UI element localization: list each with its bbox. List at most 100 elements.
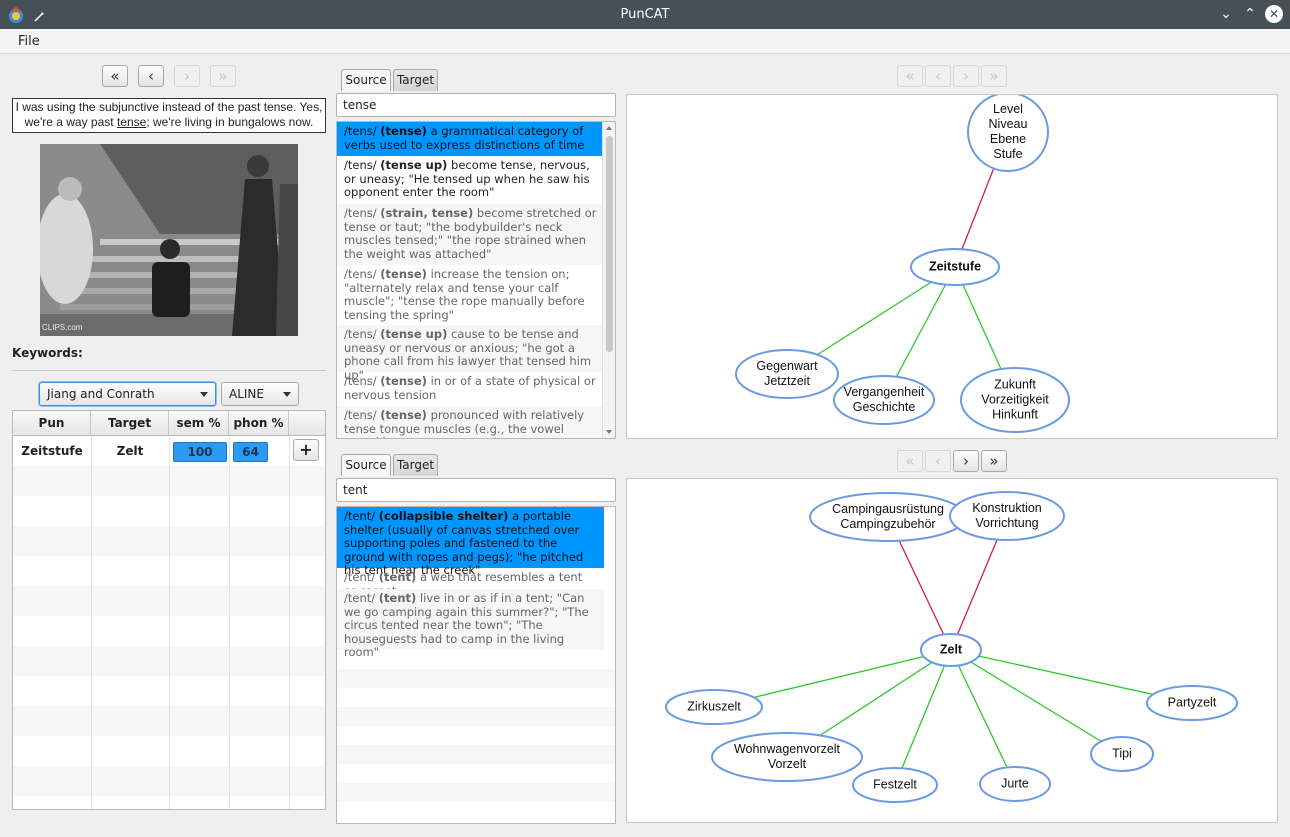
- graph-last-button-bottom[interactable]: »: [981, 450, 1007, 472]
- hyponym-node[interactable]: VergangenheitGeschichte: [833, 375, 935, 425]
- double-chevron-left-icon: «: [110, 67, 120, 85]
- scrollbar[interactable]: [602, 122, 615, 438]
- definition-item[interactable]: /tens/ (tense) in or of a state of physi…: [337, 372, 604, 406]
- hyponym-node[interactable]: GegenwartJetztzeit: [735, 349, 839, 399]
- chevron-left-icon: ‹: [148, 67, 154, 85]
- previous-pun-button[interactable]: ‹: [138, 65, 164, 87]
- first-pun-button[interactable]: «: [102, 65, 128, 87]
- dropdown-arrow-icon: [283, 392, 291, 397]
- node-label: Zelt: [940, 643, 963, 657]
- target-graph-canvas: ZeltCampingausrüstungCampingzubehörKonst…: [665, 491, 1238, 803]
- node-label: Zeitstufe: [929, 260, 981, 274]
- last-pun-button[interactable]: »: [210, 65, 236, 87]
- node-label: Campingzubehör: [840, 517, 935, 531]
- graph-last-button-top[interactable]: »: [981, 65, 1007, 87]
- scroll-up-icon[interactable]: [606, 126, 612, 130]
- node-label: Gegenwart: [756, 359, 818, 373]
- hypernym-node[interactable]: LevelNiveauEbeneStufe: [967, 95, 1049, 172]
- caption-pun-word[interactable]: tense: [117, 115, 146, 129]
- node-label: Campingausrüstung: [832, 502, 944, 516]
- hypernym-node[interactable]: CampingausrüstungCampingzubehör: [809, 492, 967, 542]
- scrollbar-thumb[interactable]: [606, 136, 613, 352]
- definition-item[interactable]: /tens/ (tense) increase the tension on; …: [337, 265, 604, 325]
- hyponym-node[interactable]: Partyzelt: [1146, 685, 1238, 721]
- hyponym-node[interactable]: Festzelt: [852, 767, 938, 803]
- tab-source-top[interactable]: Source: [341, 69, 391, 91]
- chevron-right-icon: ›: [184, 67, 190, 85]
- hyponym-node[interactable]: WohnwagenvorzeltVorzelt: [711, 732, 863, 782]
- definition-item[interactable]: /tens/ (tense up) become tense, nervous,…: [337, 156, 604, 204]
- target-definition-list: /tent/ (collapsible shelter) a portable …: [336, 506, 616, 824]
- hypernym-node[interactable]: KonstruktionVorrichtung: [949, 491, 1065, 541]
- hyponym-node[interactable]: Zirkuszelt: [665, 689, 763, 725]
- node-label: Festzelt: [873, 778, 917, 792]
- column-divider: [91, 436, 92, 809]
- definition-item[interactable]: /tens/ (tense) a grammatical category of…: [337, 122, 604, 156]
- scroll-down-icon[interactable]: [606, 430, 612, 434]
- hyponym-node[interactable]: Jurte: [979, 766, 1051, 802]
- node-label: Partyzelt: [1168, 696, 1217, 710]
- target-search-input[interactable]: tent: [336, 478, 616, 502]
- source-definition-list: /tens/ (tense) a grammatical category of…: [336, 121, 616, 439]
- graph-previous-button-bottom[interactable]: ‹: [925, 450, 951, 472]
- definition-item[interactable]: /tens/ (strain, tense) become stretched …: [337, 204, 604, 265]
- graph-first-button-top[interactable]: «: [897, 65, 923, 87]
- node-label: Vorzelt: [768, 757, 807, 771]
- definition-item[interactable]: /tent/ (collapsible shelter) a portable …: [337, 507, 604, 577]
- column-header-pun[interactable]: Pun: [13, 411, 91, 436]
- pun-caption: I was using the subjunctive instead of t…: [12, 98, 326, 133]
- definition-item[interactable]: /tent/ (tent) a web that resembles a ten…: [337, 568, 604, 597]
- center-node[interactable]: Zeitstufe: [910, 248, 1000, 286]
- definition-item[interactable]: /tent/ (tent) live in or as if in a tent…: [337, 589, 604, 659]
- node-label: Ebene: [990, 132, 1026, 146]
- menu-file[interactable]: File: [18, 34, 40, 49]
- definition-item[interactable]: /tens/ (tense up) cause to be tense and …: [337, 325, 604, 382]
- node-label: Wohnwagenvorzelt: [734, 742, 841, 756]
- hyponym-node[interactable]: Tipi: [1090, 736, 1154, 772]
- main-content: « ‹ › » I was using the subjunctive inst…: [0, 54, 1290, 837]
- double-chevron-right-icon: »: [989, 67, 999, 85]
- chevron-left-icon: ‹: [935, 67, 941, 85]
- candidate-table: Pun Target sem % phon % Zeitstufe Zelt 1…: [12, 410, 326, 810]
- graph-next-button-top[interactable]: ›: [953, 65, 979, 87]
- chevron-right-icon: ›: [963, 452, 969, 470]
- node-label: Jurte: [1001, 777, 1029, 791]
- next-pun-button[interactable]: ›: [174, 65, 200, 87]
- source-search-input[interactable]: tense: [336, 93, 616, 117]
- column-header-sem[interactable]: sem %: [169, 411, 229, 436]
- window-title: PunCAT: [620, 7, 670, 22]
- column-divider: [229, 436, 230, 809]
- empty-row: [337, 726, 615, 745]
- graph-previous-button-top[interactable]: ‹: [925, 65, 951, 87]
- close-icon[interactable]: ✕: [1265, 5, 1283, 23]
- sem-score-bar: 100: [173, 442, 227, 462]
- phonetic-measure-value: ALINE: [229, 387, 264, 401]
- double-chevron-right-icon: »: [218, 67, 228, 85]
- semantic-measure-select[interactable]: Jiang and Conrath: [39, 382, 216, 406]
- column-header-actions: [289, 411, 325, 436]
- center-node[interactable]: Zelt: [920, 633, 982, 667]
- graph-first-button-bottom[interactable]: «: [897, 450, 923, 472]
- phonetic-measure-select[interactable]: ALINE: [221, 382, 299, 406]
- add-pun-button[interactable]: +: [293, 439, 319, 461]
- double-chevron-left-icon: «: [905, 67, 915, 85]
- dropdown-arrow-icon: [200, 392, 208, 397]
- tab-source-bottom[interactable]: Source: [341, 454, 391, 476]
- node-label: Konstruktion: [972, 501, 1042, 515]
- tab-target-top[interactable]: Target: [393, 69, 438, 91]
- tab-target-bottom[interactable]: Target: [393, 454, 438, 476]
- definition-item[interactable]: /tens/ (tense) pronounced with relativel…: [337, 406, 604, 438]
- empty-row: [337, 745, 615, 764]
- maximize-icon[interactable]: ⌃: [1241, 5, 1259, 23]
- column-header-target[interactable]: Target: [91, 411, 169, 436]
- chevron-right-icon: ›: [963, 67, 969, 85]
- column-header-phon[interactable]: phon %: [229, 411, 289, 436]
- video-frame: CLIPS.com: [40, 144, 298, 336]
- hyponym-node[interactable]: ZukunftVorzeitigkeitHinkunft: [960, 367, 1070, 433]
- title-bar: PunCAT ⌄ ⌃ ✕: [0, 0, 1290, 29]
- empty-row: [337, 707, 615, 726]
- minimize-icon[interactable]: ⌄: [1217, 5, 1235, 23]
- graph-next-button-bottom[interactable]: ›: [953, 450, 979, 472]
- double-chevron-left-icon: «: [905, 452, 915, 470]
- node-label: Level: [993, 102, 1023, 116]
